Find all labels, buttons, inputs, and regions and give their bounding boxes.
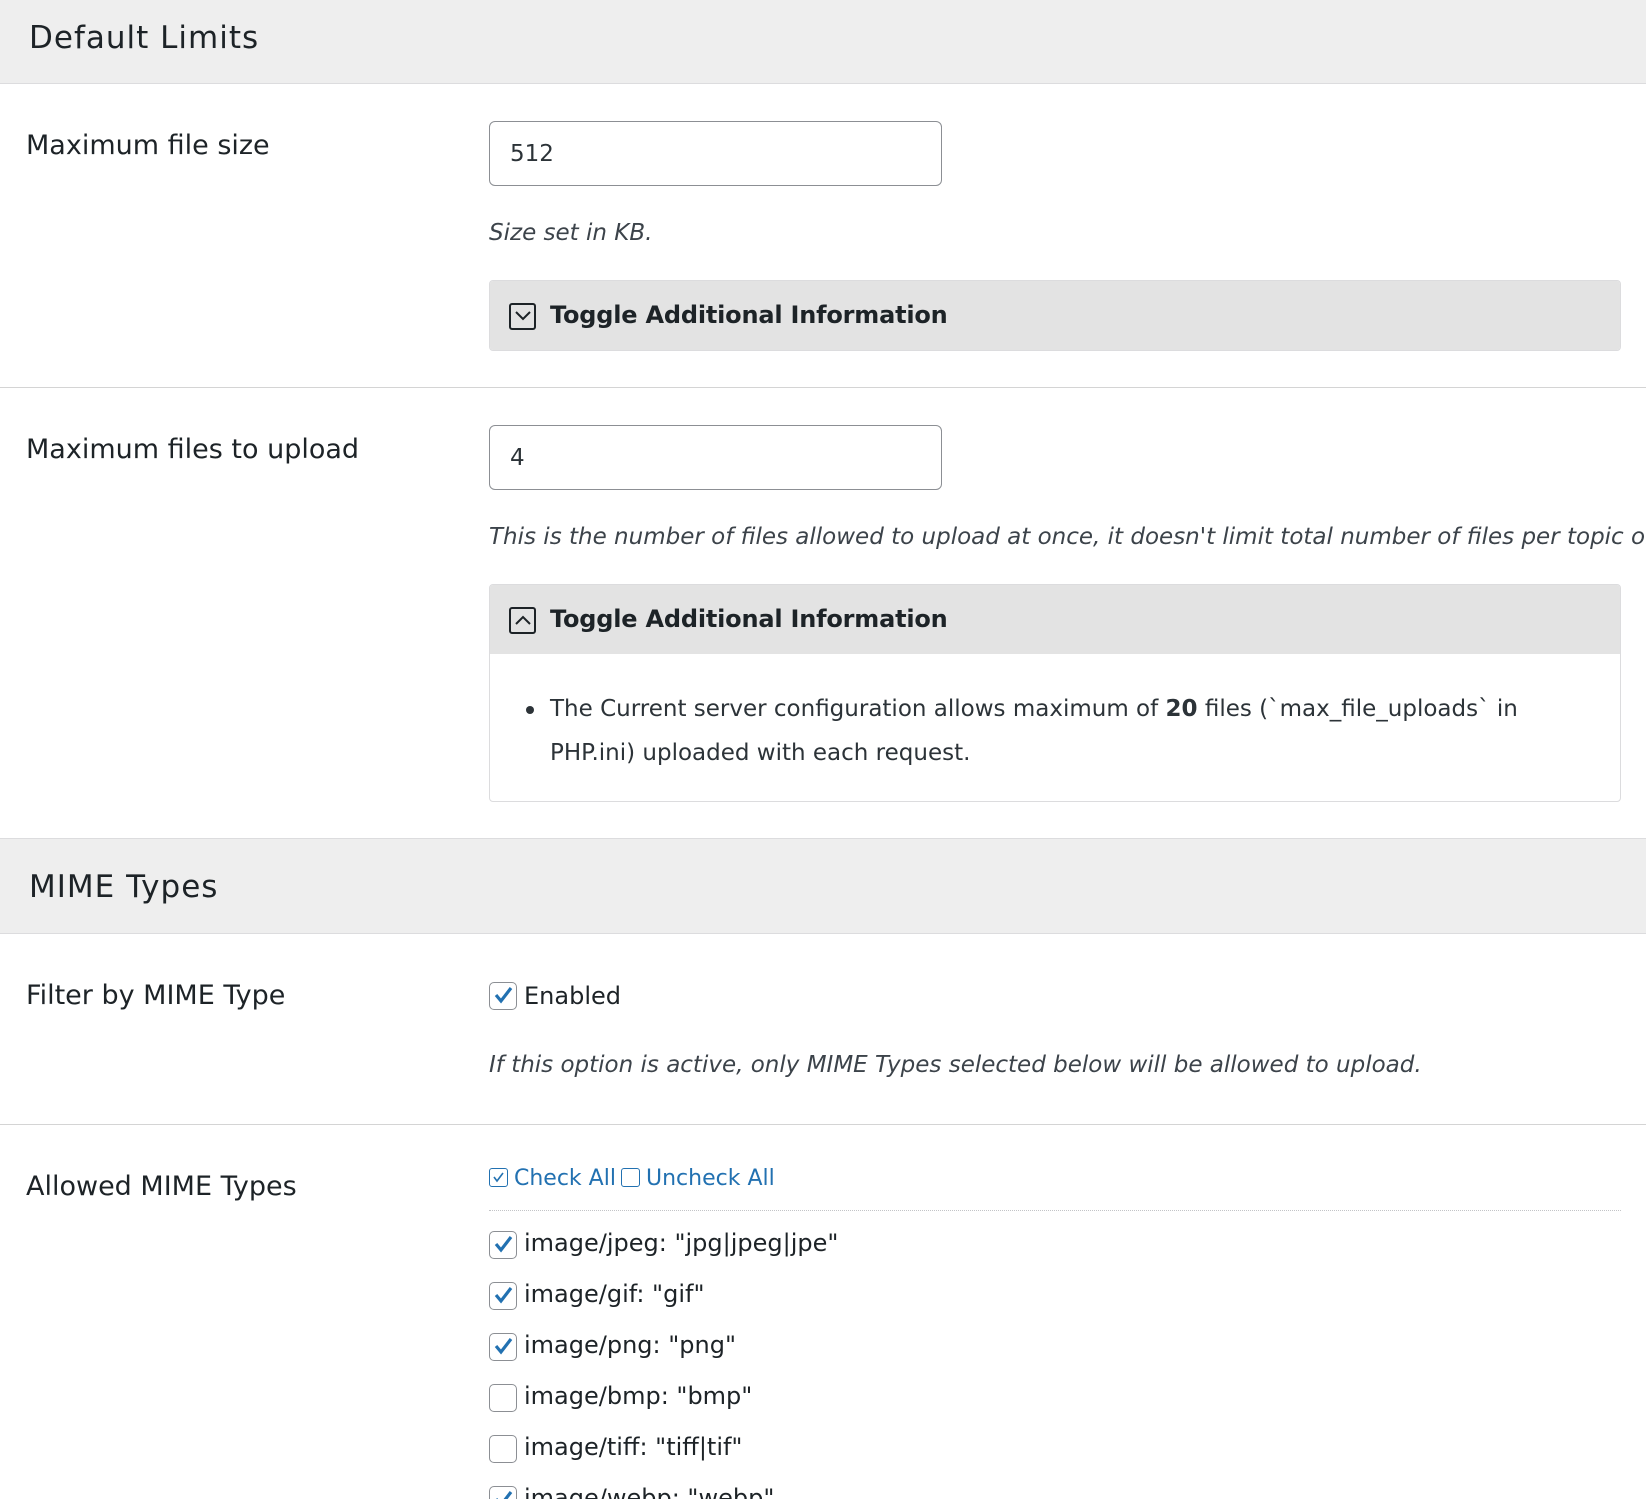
mime-type-label: image/webp: "webp" <box>524 1484 775 1499</box>
mime-type-checkbox[interactable] <box>489 1231 517 1259</box>
mime-type-checkbox[interactable] <box>489 1435 517 1463</box>
divider <box>0 1124 1646 1125</box>
toggle-content: The Current server configuration allows … <box>490 654 1620 800</box>
toggle-header[interactable]: Toggle Additional Information <box>490 281 1620 350</box>
filter-mime-checkbox[interactable] <box>489 982 517 1010</box>
filter-mime-label: Filter by MIME Type <box>26 980 286 1011</box>
uncheck-all-link[interactable]: Uncheck All <box>621 1166 775 1191</box>
divider <box>0 387 1646 388</box>
section-title: MIME Types <box>29 869 219 905</box>
section-title: Default Limits <box>29 20 260 56</box>
max-file-size-description: Size set in KB. <box>489 220 653 246</box>
allowed-mime-label: Allowed MIME Types <box>26 1171 297 1202</box>
max-files-upload-description: This is the number of files allowed to u… <box>489 524 1646 550</box>
filter-mime-description: If this option is active, only MIME Type… <box>489 1052 1422 1078</box>
section-header-mime-types: MIME Types <box>0 838 1646 934</box>
uncheck-all-label: Uncheck All <box>646 1166 775 1191</box>
toggle-header[interactable]: Toggle Additional Information <box>490 585 1620 654</box>
max-file-size-input[interactable] <box>489 121 942 186</box>
info-count: 20 <box>1165 696 1198 722</box>
max-file-size-label: Maximum file size <box>26 130 270 161</box>
info-list-item: The Current server configuration allows … <box>526 687 1590 775</box>
section-header-default-limits: Default Limits <box>0 0 1646 84</box>
check-all-label: Check All <box>514 1166 616 1191</box>
toggle-label: Toggle Additional Information <box>550 301 948 329</box>
max-files-upload-label: Maximum files to upload <box>26 434 360 465</box>
toggle-additional-info-file-size: Toggle Additional Information <box>489 280 1621 351</box>
chevron-up-icon <box>509 607 536 634</box>
mime-type-label: image/png: "png" <box>524 1331 736 1359</box>
info-text-prefix: The Current server configuration allows … <box>550 696 1166 722</box>
checkbox-checked-icon <box>489 1168 508 1187</box>
mime-type-label: image/gif: "gif" <box>524 1280 705 1308</box>
check-all-link[interactable]: Check All <box>489 1166 616 1191</box>
toggle-label: Toggle Additional Information <box>550 605 948 633</box>
filter-mime-checkbox-label: Enabled <box>524 982 621 1010</box>
mime-type-checkbox[interactable] <box>489 1486 517 1499</box>
toggle-additional-info-files-upload: Toggle Additional Information The Curren… <box>489 584 1621 802</box>
mime-type-checkbox[interactable] <box>489 1282 517 1310</box>
mime-type-label: image/tiff: "tiff|tif" <box>524 1433 743 1461</box>
mime-type-label: image/jpeg: "jpg|jpeg|jpe" <box>524 1229 839 1257</box>
max-files-upload-input[interactable] <box>489 425 942 490</box>
mime-type-label: image/bmp: "bmp" <box>524 1382 753 1410</box>
mime-type-checkbox[interactable] <box>489 1333 517 1361</box>
divider-dotted <box>489 1210 1621 1211</box>
chevron-down-icon <box>509 303 536 330</box>
checkbox-empty-icon <box>621 1168 640 1187</box>
mime-type-checkbox[interactable] <box>489 1384 517 1412</box>
